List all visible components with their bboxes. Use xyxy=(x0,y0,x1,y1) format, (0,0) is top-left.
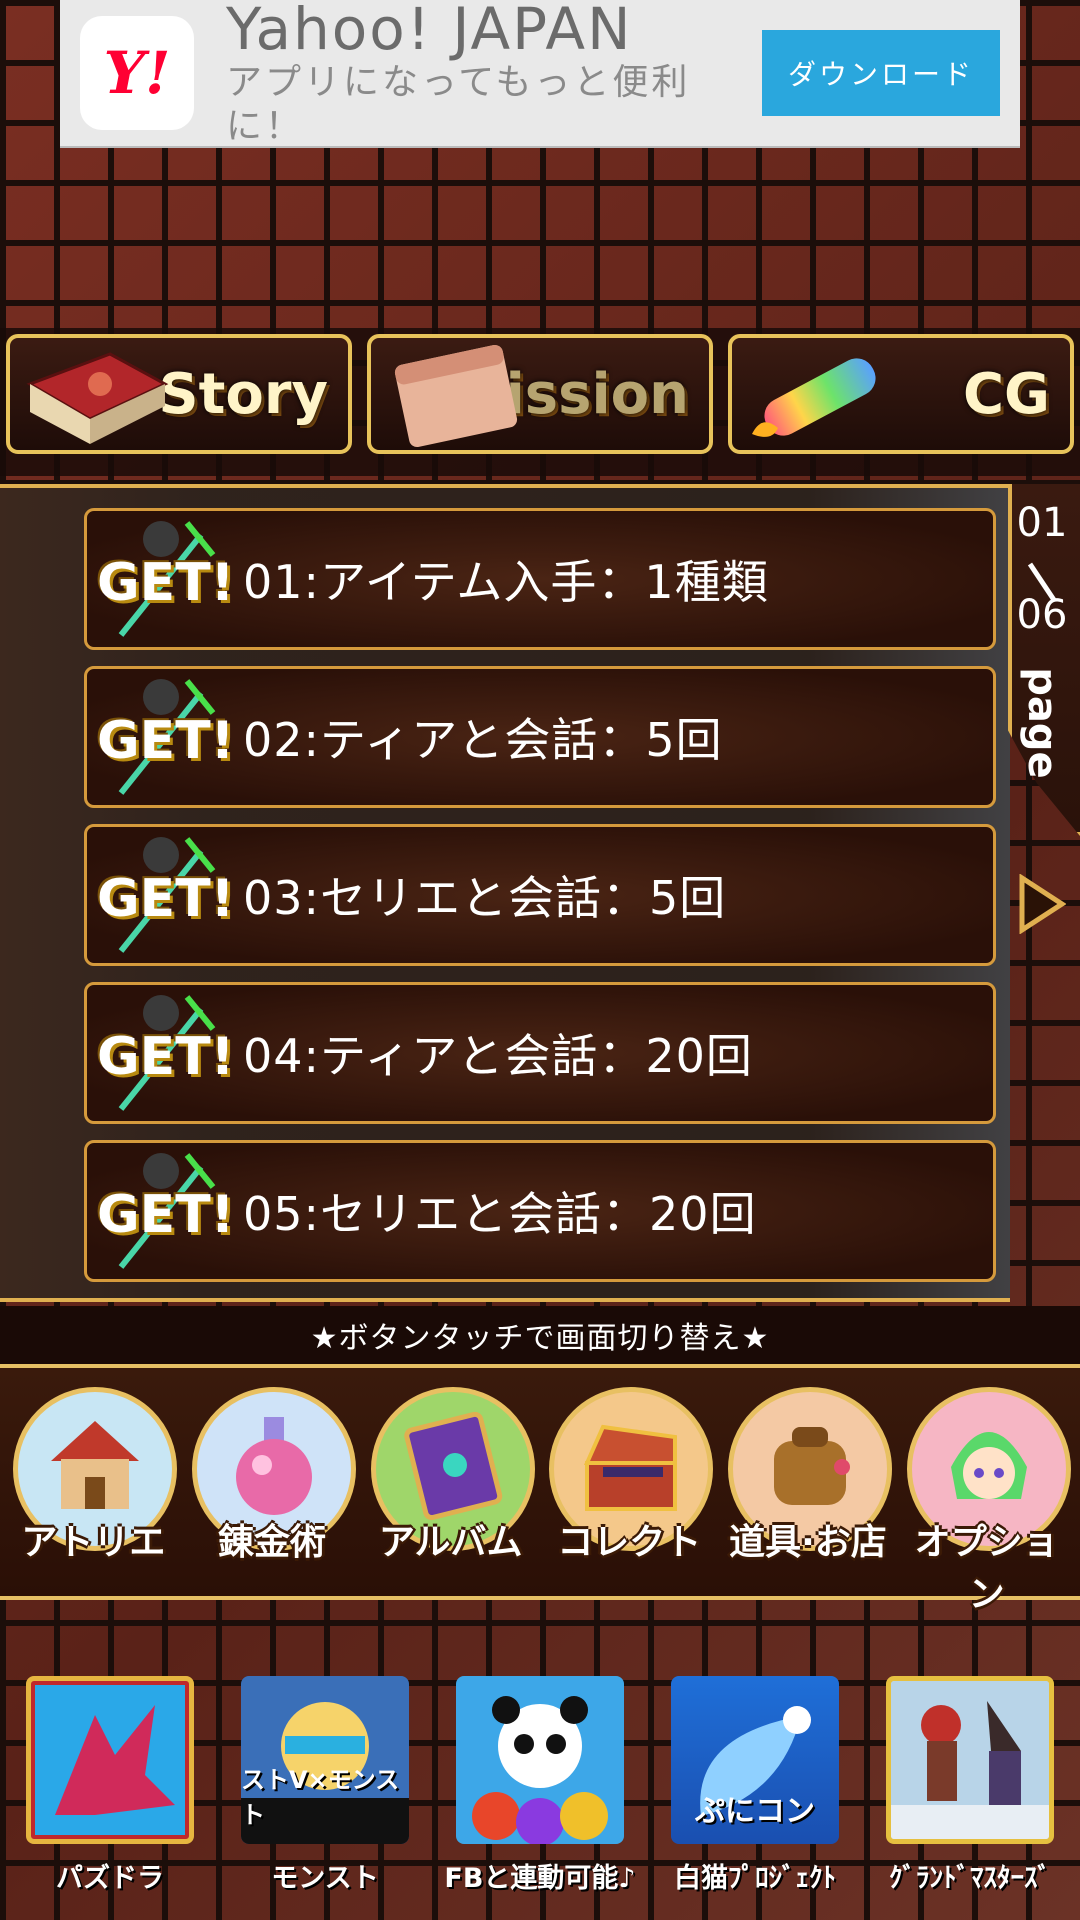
menu-option-button[interactable]: オプション xyxy=(901,1387,1073,1615)
ad-banner[interactable]: Y! Yahoo! JAPAN アプリになってもっと便利に！ ダウンロード xyxy=(60,0,1020,148)
get-badge: GET! xyxy=(91,989,234,1117)
tab-cg[interactable]: CG xyxy=(728,334,1074,454)
mission-label: 05:セリエと会話：20回 xyxy=(243,1187,757,1241)
menu-label: 道具·お店 xyxy=(729,1522,887,1563)
house-icon xyxy=(51,1421,140,1509)
mission-label: 01:アイテム入手：1種類 xyxy=(243,555,769,609)
book-icon xyxy=(26,352,169,444)
potion-icon xyxy=(235,1417,312,1515)
get-label: GET! xyxy=(97,869,235,929)
app-label: パズドラ xyxy=(56,1863,164,1894)
menu-shop-button[interactable]: 道具·お店 xyxy=(722,1387,894,1577)
ad-title: Yahoo! JAPAN xyxy=(226,0,633,63)
characters-icon xyxy=(891,1681,1049,1839)
app-monster-strike[interactable]: ストV×モンスト モンスト xyxy=(237,1676,413,1920)
menu-alchemy-button[interactable]: 錬金術 xyxy=(186,1387,358,1577)
tab-bar: Story Mission CG xyxy=(0,328,1080,476)
bottom-menu: アトリエ 錬金術 アルバム コレクト 道具·お店 オプション xyxy=(0,1364,1080,1615)
menu-label: アルバム xyxy=(378,1522,523,1563)
chest-icon xyxy=(584,1424,678,1511)
get-badge: GET! xyxy=(91,515,234,643)
mission-label: 04:ティアと会話：20回 xyxy=(243,1029,753,1083)
app-grand-masters[interactable]: ｸﾞﾗﾝﾄﾞﾏｽﾀｰｽﾞ xyxy=(882,1676,1058,1920)
hint-text: ★ボタンタッチで画面切り替え★ xyxy=(310,1321,770,1356)
app-recommendations: パズドラ ストV×モンスト モンスト FBと連動可能♪ ぷにコン 白猫ﾌﾟﾛｼﾞ… xyxy=(0,1676,1080,1920)
menu-collect-button[interactable]: コレクト xyxy=(543,1387,715,1577)
menu-label: コレクト xyxy=(557,1522,702,1563)
rainbow-scroll-icon xyxy=(752,358,876,437)
punicon-app-icon: ぷにコン xyxy=(671,1676,839,1844)
menu-label: 錬金術 xyxy=(217,1522,326,1563)
get-badge: GET! xyxy=(91,673,234,801)
app-label: ｸﾞﾗﾝﾄﾞﾏｽﾀｰｽﾞ xyxy=(889,1863,1051,1894)
character-icon xyxy=(950,1432,1027,1499)
ad-texts: Yahoo! JAPAN アプリになってもっと便利に！ xyxy=(226,0,762,149)
menu-atelier-button[interactable]: アトリエ xyxy=(7,1387,179,1577)
ad-download-button[interactable]: ダウンロード xyxy=(762,30,1000,116)
mission-item[interactable]: GET! 04:ティアと会話：20回 xyxy=(84,982,996,1124)
app-shironeko[interactable]: ぷにコン 白猫ﾌﾟﾛｼﾞｪｸﾄ xyxy=(667,1676,843,1920)
app-label: FBと連動可能♪ xyxy=(444,1863,636,1894)
mission-item[interactable]: GET! 02:ティアと会話：5回 xyxy=(84,666,996,808)
app-label: 白猫ﾌﾟﾛｼﾞｪｸﾄ xyxy=(674,1863,836,1894)
mission-item[interactable]: GET! 01:アイテム入手：1種類 xyxy=(84,508,996,650)
mission-item[interactable]: GET! 05:セリエと会話：20回 xyxy=(84,1140,996,1282)
tab-cg-label: CG xyxy=(962,361,1050,427)
get-badge: GET! xyxy=(91,1147,234,1275)
next-page-arrow-icon[interactable] xyxy=(1016,874,1066,934)
menu-label: オプション xyxy=(914,1522,1059,1615)
app-label: モンスト xyxy=(271,1863,379,1894)
app-puzzle-dragons[interactable]: パズドラ xyxy=(22,1676,198,1920)
app-inner-text: ぷにコン xyxy=(695,1794,815,1829)
bag-icon xyxy=(773,1427,850,1505)
tab-mission[interactable]: Mission xyxy=(367,334,713,454)
hint-bar: ★ボタンタッチで画面切り替え★ xyxy=(0,1306,1080,1364)
scroll-icon xyxy=(394,344,518,448)
menu-label: アトリエ xyxy=(21,1522,166,1563)
final-fantasy-app-icon xyxy=(886,1676,1054,1844)
dragon-icon xyxy=(35,1685,185,1835)
mission-item[interactable]: GET! 03:セリエと会話：5回 xyxy=(84,824,996,966)
app-fb-game[interactable]: FBと連動可能♪ xyxy=(444,1676,636,1920)
page-word: page xyxy=(1019,667,1065,779)
album-icon xyxy=(403,1411,502,1521)
get-label: GET! xyxy=(97,711,235,771)
get-label: GET! xyxy=(97,553,235,613)
page-current: 01 xyxy=(1016,500,1068,546)
mission-label: 03:セリエと会話：5回 xyxy=(243,871,727,925)
app-inner-text: ストV×モンスト xyxy=(241,1766,400,1829)
tab-story-label: Story xyxy=(158,361,328,427)
ad-subtitle: アプリになってもっと便利に！ xyxy=(226,62,691,147)
get-label: GET! xyxy=(97,1185,235,1245)
yahoo-logo-icon: Y! xyxy=(80,16,194,130)
monster-strike-app-icon: ストV×モンスト xyxy=(241,1676,409,1844)
tab-story[interactable]: Story xyxy=(6,334,352,454)
mission-label: 02:ティアと会話：5回 xyxy=(243,713,723,767)
panda-icon xyxy=(472,1696,608,1844)
menu-album-button[interactable]: アルバム xyxy=(365,1387,537,1577)
dragon-app-icon xyxy=(26,1676,194,1844)
get-label: GET! xyxy=(97,1027,235,1087)
get-badge: GET! xyxy=(91,831,234,959)
panda-app-icon xyxy=(456,1676,624,1844)
page-total: 06 xyxy=(1016,592,1068,638)
